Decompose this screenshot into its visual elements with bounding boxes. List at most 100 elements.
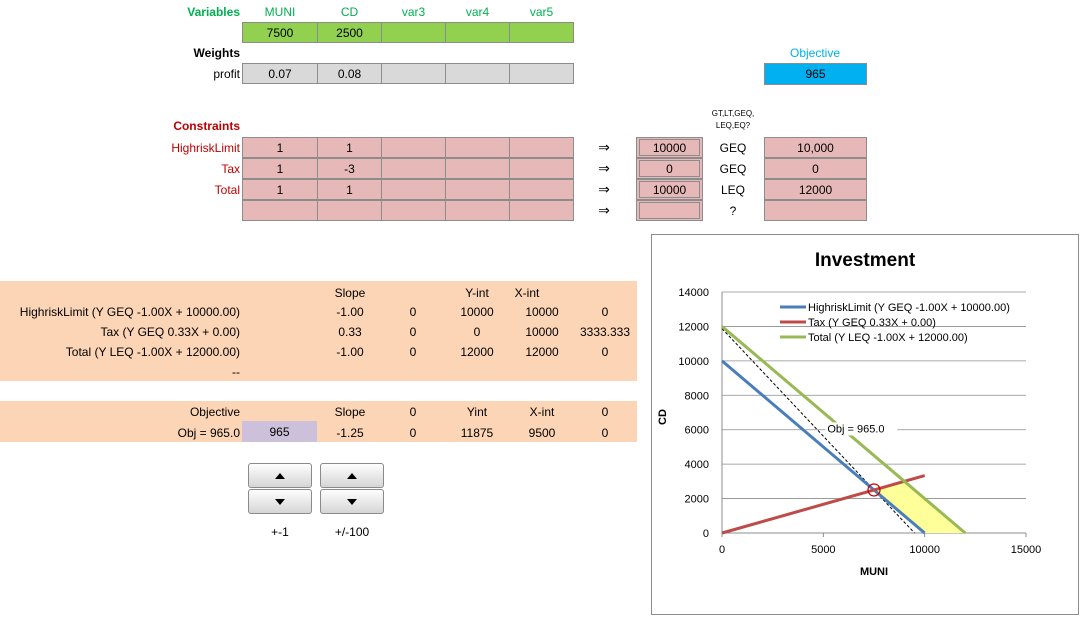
constraint-coef-cell[interactable] bbox=[317, 200, 382, 221]
objective-value-cell[interactable]: 965 bbox=[764, 63, 867, 85]
spinner2-up-button[interactable] bbox=[320, 463, 384, 488]
implies-arrow-icon: ⇒ bbox=[598, 160, 610, 176]
constraint-type-header: GT,LT,GEQ, LEQ,EQ? bbox=[711, 109, 755, 130]
variable-header: var4 bbox=[465, 5, 490, 19]
weight-value-cell[interactable] bbox=[445, 63, 510, 84]
line-row-xint: 12000 bbox=[525, 345, 559, 359]
variable-value-cell[interactable] bbox=[445, 22, 510, 43]
constraint-coef-cell[interactable]: 1 bbox=[317, 179, 382, 200]
constraint-coef-cell[interactable] bbox=[445, 158, 510, 179]
line-row-z: 0 bbox=[409, 325, 417, 339]
up-arrow-icon bbox=[347, 472, 357, 479]
obj-row-value[interactable]: 965 bbox=[242, 421, 317, 442]
y-tick-label: 12000 bbox=[678, 321, 709, 333]
x-axis-label: MUNI bbox=[860, 566, 888, 578]
constraint-lhs-value: 10000 bbox=[639, 139, 700, 156]
constraint-coef-cell[interactable] bbox=[509, 179, 574, 200]
obj-row-yint: 11875 bbox=[460, 426, 494, 440]
variable-value-cell[interactable]: 7500 bbox=[242, 22, 318, 43]
constraint-coef-cell[interactable]: -3 bbox=[317, 158, 382, 179]
constraint-type[interactable]: LEQ bbox=[702, 183, 764, 197]
spinner1-down-button[interactable] bbox=[248, 489, 312, 514]
constraint-coef-cell[interactable] bbox=[381, 200, 446, 221]
x-tick-label: 15000 bbox=[1011, 544, 1042, 556]
line-row-extra: 0 bbox=[601, 305, 609, 319]
series-line bbox=[721, 359, 926, 535]
constraint-coef-cell[interactable] bbox=[381, 158, 446, 179]
constraint-coef-cell[interactable] bbox=[242, 200, 318, 221]
variables-label: Variables bbox=[187, 5, 240, 19]
line-row-slope: -1.00 bbox=[336, 305, 364, 319]
spinner2-down-button[interactable] bbox=[320, 489, 384, 514]
constraint-coef-cell[interactable]: 1 bbox=[317, 137, 382, 158]
line-row-extra: 0 bbox=[601, 345, 609, 359]
variable-value-cell[interactable] bbox=[381, 22, 446, 43]
line-row-label: HighriskLimit (Y GEQ -1.00X + 10000.00) bbox=[19, 305, 240, 319]
constraint-name: HighriskLimit bbox=[171, 141, 240, 155]
constraint-rhs-cell[interactable]: 0 bbox=[764, 158, 867, 179]
obj-row-z: 0 bbox=[409, 426, 417, 440]
constraint-coef-cell[interactable] bbox=[381, 137, 446, 158]
chart-title: Investment bbox=[815, 250, 916, 271]
feasible-region bbox=[874, 481, 966, 533]
y-tick-label: 8000 bbox=[685, 390, 709, 402]
constraint-coef-cell[interactable]: 1 bbox=[242, 179, 318, 200]
y-tick-label: 14000 bbox=[678, 287, 709, 299]
down-arrow-icon bbox=[275, 498, 285, 505]
implies-arrow-icon: ⇒ bbox=[598, 181, 610, 197]
weight-value-cell[interactable] bbox=[381, 63, 446, 84]
constraint-coef-cell[interactable] bbox=[445, 200, 510, 221]
implies-arrow-icon: ⇒ bbox=[598, 139, 610, 155]
obj-extra-header: 0 bbox=[601, 405, 609, 419]
down-arrow-icon bbox=[347, 498, 357, 505]
line-row-xint: 10000 bbox=[525, 325, 559, 339]
weight-value-cell[interactable]: 0.08 bbox=[317, 63, 382, 84]
constraint-lhs-value: 10000 bbox=[639, 181, 700, 198]
constraint-lhs-value bbox=[639, 202, 700, 219]
constraint-rhs-cell[interactable]: 10,000 bbox=[764, 137, 867, 158]
obj-yint-header: Yint bbox=[466, 405, 488, 419]
line-row-z: 0 bbox=[409, 345, 417, 359]
weight-value-cell[interactable] bbox=[509, 63, 574, 84]
investment-chart[interactable]: Investment 0 2000 4000 6000 8000 10000 12000 140… bbox=[651, 234, 1079, 615]
obj-row-extra: 0 bbox=[601, 426, 609, 440]
legend-entry: Total (Y LEQ -1.00X + 12000.00) bbox=[808, 332, 968, 344]
constraint-type[interactable]: GEQ bbox=[702, 141, 764, 155]
line-row-label: Total (Y LEQ -1.00X + 12000.00) bbox=[65, 345, 240, 359]
y-axis-label: CD bbox=[657, 409, 669, 425]
profit-label: profit bbox=[213, 67, 240, 81]
implies-arrow-icon: ⇒ bbox=[598, 202, 610, 218]
line-row-label: -- bbox=[232, 365, 240, 379]
constraint-coef-cell[interactable]: 1 bbox=[242, 137, 318, 158]
constraint-coef-cell[interactable] bbox=[445, 137, 510, 158]
slope-header: Slope bbox=[334, 286, 366, 300]
constraint-coef-cell[interactable] bbox=[509, 137, 574, 158]
spinner1-up-button[interactable] bbox=[248, 463, 312, 488]
obj-row-xint: 9500 bbox=[528, 426, 556, 440]
variable-value-cell[interactable]: 2500 bbox=[317, 22, 382, 43]
obj-slope-header: Slope bbox=[334, 405, 366, 419]
y-tick-label: 2000 bbox=[685, 494, 709, 506]
constraint-name: Total bbox=[214, 183, 240, 197]
constraint-coef-cell[interactable] bbox=[381, 179, 446, 200]
constraint-rhs-cell[interactable]: 12000 bbox=[764, 179, 867, 200]
obj-xint-header: X-int bbox=[529, 405, 555, 419]
variable-header: var3 bbox=[401, 5, 426, 19]
constraint-type[interactable]: GEQ bbox=[702, 162, 764, 176]
x-tick-label: 0 bbox=[719, 544, 725, 556]
line-row-slope: -1.00 bbox=[336, 345, 364, 359]
constraint-coef-cell[interactable] bbox=[509, 158, 574, 179]
weight-value-cell[interactable]: 0.07 bbox=[242, 63, 318, 84]
y-tick-label: 0 bbox=[703, 528, 709, 540]
constraint-rhs-cell[interactable] bbox=[764, 200, 867, 221]
variable-value-cell[interactable] bbox=[509, 22, 574, 43]
line-row-slope: 0.33 bbox=[338, 325, 362, 339]
constraint-coef-cell[interactable]: 1 bbox=[242, 158, 318, 179]
constraint-type[interactable]: ? bbox=[702, 204, 764, 218]
constraint-coef-cell[interactable] bbox=[509, 200, 574, 221]
objective-label: Objective bbox=[789, 46, 841, 60]
constraint-coef-cell[interactable] bbox=[445, 179, 510, 200]
variable-header: MUNI bbox=[264, 5, 296, 19]
constraint-lhs-value: 0 bbox=[639, 160, 700, 177]
line-row-yint: 10000 bbox=[460, 305, 494, 319]
